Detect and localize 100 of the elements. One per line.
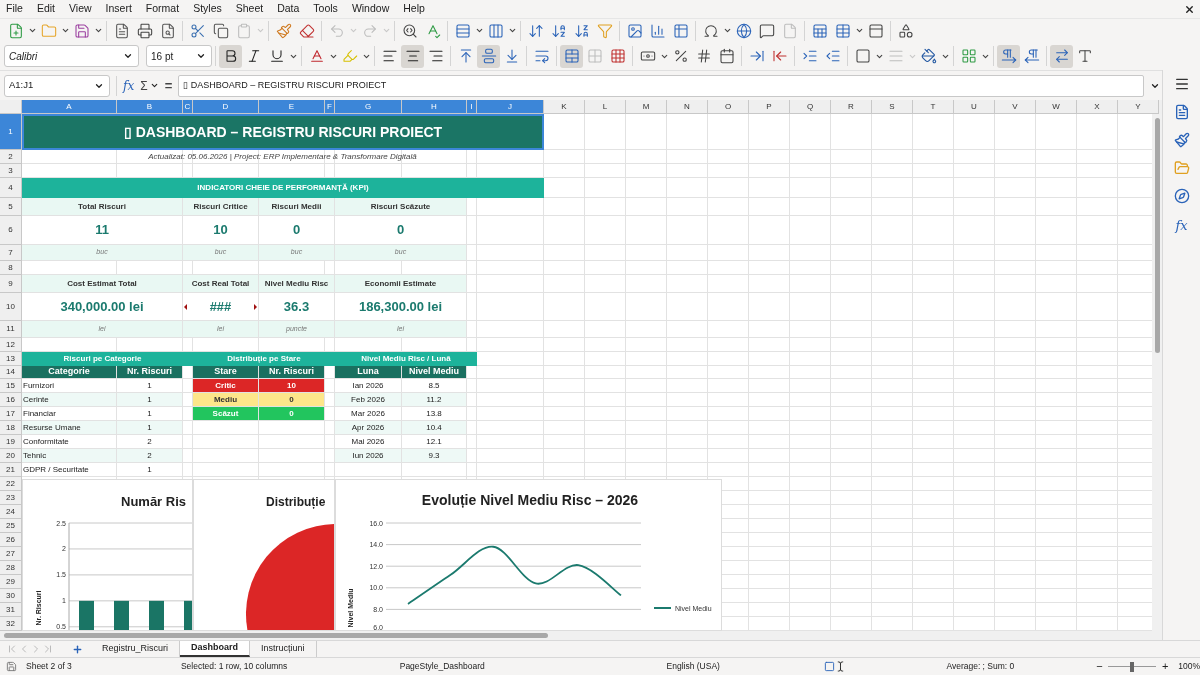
font-size-field[interactable]: 16 pt (146, 45, 212, 67)
menu-item[interactable]: Data (277, 1, 300, 17)
menu-item[interactable]: Styles (193, 1, 222, 17)
row-header[interactable]: 7 (0, 245, 22, 261)
menu-item[interactable]: Edit (36, 1, 55, 17)
left-to-right-button[interactable] (997, 44, 1020, 68)
sheet-nav-icon[interactable] (6, 643, 18, 655)
column-header[interactable]: D (193, 100, 259, 114)
row-header[interactable]: 11 (0, 321, 22, 338)
close-icon[interactable] (1184, 3, 1195, 15)
row-header[interactable]: 8 (0, 261, 22, 275)
column-header[interactable]: I (467, 100, 477, 114)
zoom-in-button[interactable]: + (1158, 658, 1173, 675)
status-text: Sheet 2 of 3 (26, 660, 73, 673)
folder-icon (40, 22, 57, 39)
caret-icon (474, 26, 484, 35)
row-header[interactable]: 21 (0, 463, 22, 477)
row-header[interactable]: 15 (0, 379, 22, 393)
row-header[interactable]: 27 (0, 547, 22, 561)
row-header[interactable]: 16 (0, 393, 22, 407)
align-center-button[interactable] (401, 44, 424, 68)
row-header[interactable]: 1 (0, 114, 22, 150)
caret-icon (93, 26, 103, 35)
sheet-tab[interactable]: Instrucțiuni (250, 641, 317, 657)
row-header[interactable]: 5 (0, 198, 22, 216)
selection-mode-icon[interactable] (824, 661, 836, 672)
row-header[interactable]: 23 (0, 491, 22, 505)
subtitle: Actualizat: 05.06.2026 | Project: ERP Implementare & Transformare Digitală (22, 150, 544, 164)
row-header[interactable]: 20 (0, 449, 22, 463)
cell-grid[interactable] (0, 114, 1152, 631)
column-header[interactable]: A (22, 100, 117, 114)
menu-item[interactable]: Insert (105, 1, 132, 17)
caret-icon (27, 26, 37, 35)
sheet-tab[interactable]: Dashboard (180, 641, 251, 657)
row-header[interactable]: 18 (0, 421, 22, 435)
row-header[interactable]: 14 (0, 366, 22, 379)
column-header[interactable]: J (477, 100, 544, 114)
zoom-out-button[interactable]: − (1096, 658, 1107, 675)
row-header[interactable]: 13 (0, 352, 22, 366)
zoom-level[interactable]: 100% (1178, 660, 1200, 673)
menu-item[interactable]: File (6, 1, 23, 17)
name-box[interactable]: A1:J1 (4, 74, 110, 97)
row-header[interactable]: 31 (0, 603, 22, 617)
navigator-icon[interactable] (1173, 188, 1190, 204)
row-header[interactable]: 10 (0, 293, 22, 321)
row-header[interactable]: 25 (0, 519, 22, 533)
row-header[interactable]: 19 (0, 435, 22, 449)
row-header[interactable]: 4 (0, 178, 22, 198)
row-header[interactable]: 29 (0, 575, 22, 589)
column-header[interactable]: H (402, 100, 467, 114)
font-name-field[interactable]: Calibri (4, 45, 139, 67)
menu-item[interactable]: Sheet (235, 1, 264, 17)
properties-icon[interactable] (1173, 104, 1190, 120)
copy-icon (212, 22, 229, 39)
table-cell: 0 (259, 407, 325, 421)
caret-icon[interactable] (149, 81, 159, 90)
row-header[interactable]: 24 (0, 505, 22, 519)
align-middle-button[interactable] (477, 44, 500, 68)
row-header[interactable]: 6 (0, 216, 22, 245)
row-header[interactable]: 30 (0, 589, 22, 603)
menu-item[interactable]: View (69, 1, 92, 17)
row-header[interactable]: 9 (0, 275, 22, 293)
table-cell: 1 (117, 393, 183, 407)
table-cell: Iun 2026 (335, 449, 402, 463)
column-header[interactable]: G (335, 100, 402, 114)
text-direction-button[interactable] (1050, 44, 1073, 68)
row-header[interactable]: 26 (0, 533, 22, 547)
menu-item[interactable]: Tools (313, 1, 338, 17)
row-header[interactable]: 3 (0, 164, 22, 178)
menu-icon[interactable] (1173, 76, 1190, 92)
menu-item[interactable]: Help (403, 1, 425, 17)
menu-item[interactable]: Format (145, 1, 180, 17)
row-header[interactable]: 2 (0, 150, 22, 164)
sum-button[interactable]: Σ (140, 76, 148, 95)
function-wizard-button[interactable]: fx (123, 76, 135, 95)
row-header[interactable]: 22 (0, 477, 22, 491)
formula-button[interactable]: = (164, 75, 173, 96)
table-title: Distribuție pe Stare (226, 353, 302, 365)
column-header[interactable]: E (259, 100, 325, 114)
sheet-nav-icon[interactable] (42, 643, 54, 655)
chart-panel[interactable]: Distribuție (193, 479, 335, 631)
table-cell: 10 (259, 379, 325, 393)
formula-input[interactable]: ▯ DASHBOARD – REGISTRU RISCURI PROIECT (178, 74, 1144, 97)
row-header[interactable]: 32 (0, 617, 22, 631)
gallery-icon[interactable] (1173, 160, 1190, 176)
row-header[interactable]: 28 (0, 561, 22, 575)
row-header[interactable]: 12 (0, 338, 22, 352)
add-sheet-icon[interactable] (72, 643, 83, 655)
zoom-slider-thumb[interactable] (1130, 661, 1135, 672)
scrollbar-thumb[interactable] (4, 633, 548, 638)
scrollbar-thumb[interactable] (1154, 118, 1160, 353)
bold-button[interactable] (219, 44, 242, 68)
split-cells-icon (609, 48, 626, 64)
functions-button[interactable]: fx (1175, 216, 1188, 236)
column-header[interactable]: B (117, 100, 183, 114)
caret-icon (255, 26, 265, 35)
styles-icon[interactable] (1173, 132, 1190, 148)
merge-cells-button[interactable] (560, 44, 583, 68)
menu-item[interactable]: Window (351, 1, 390, 17)
row-header[interactable]: 17 (0, 407, 22, 421)
